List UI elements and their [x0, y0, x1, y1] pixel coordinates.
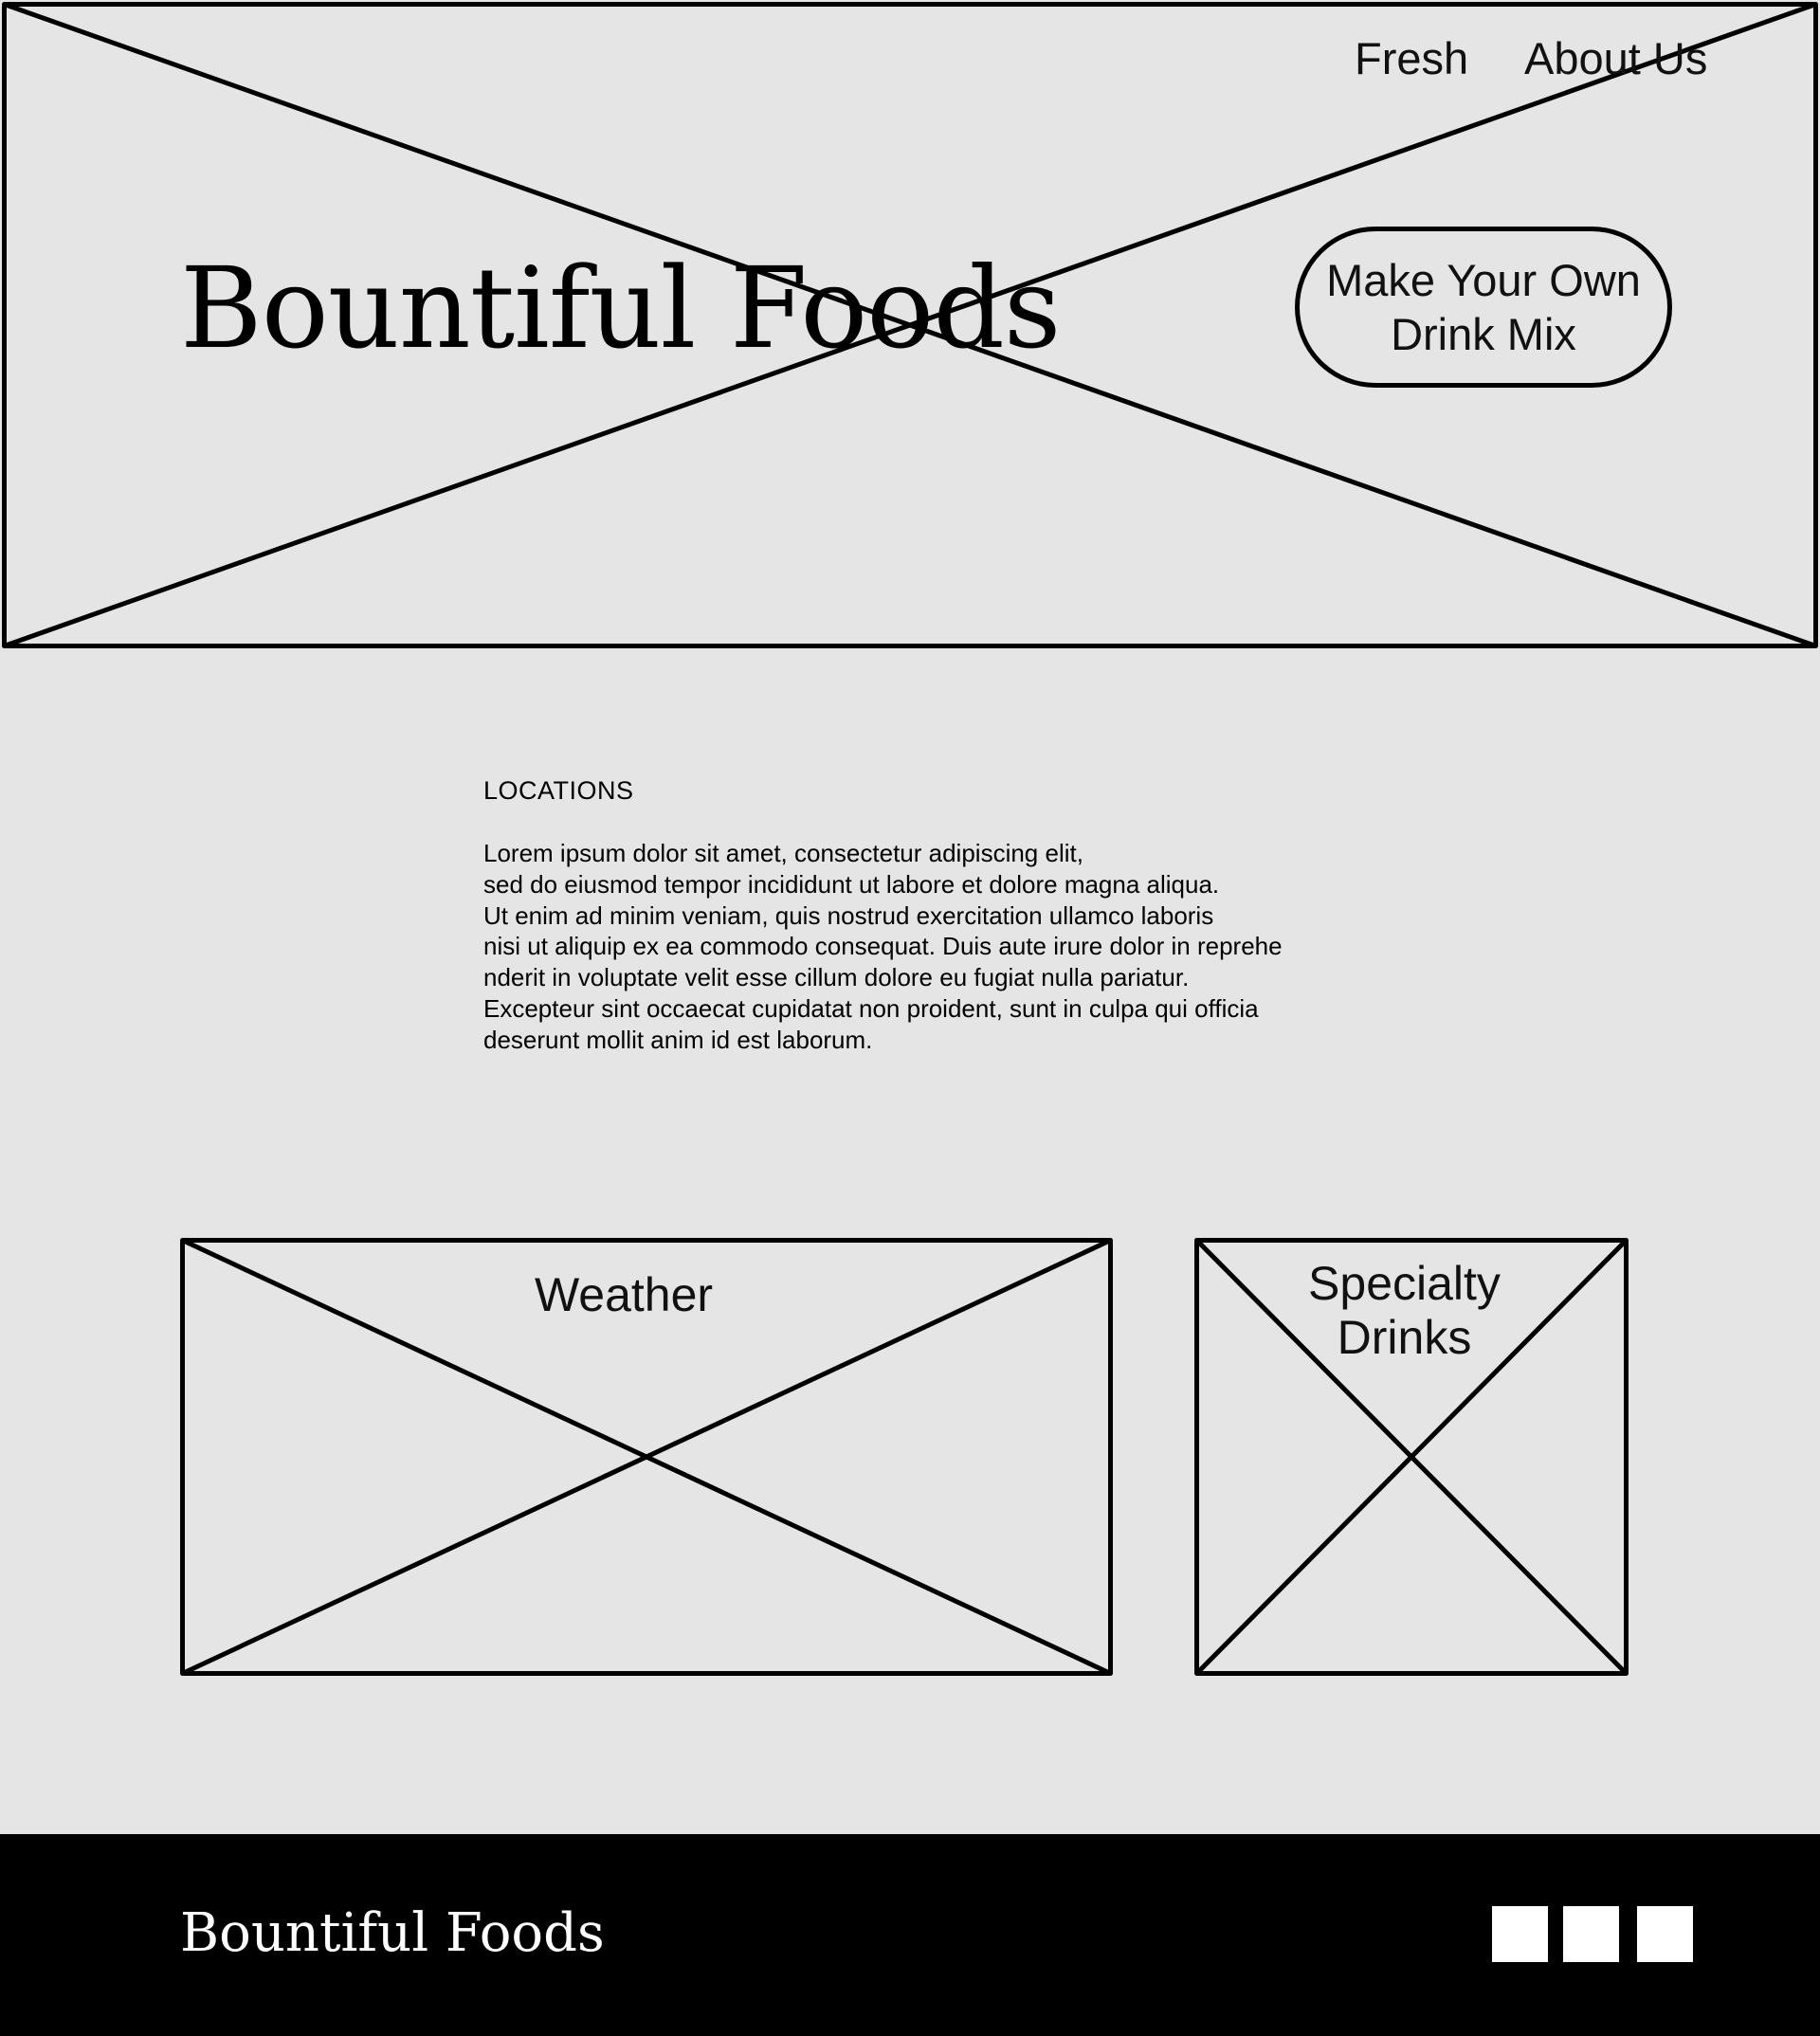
- hero-title: Bountiful Foods: [180, 243, 1061, 373]
- footer: Bountiful Foods: [0, 1834, 1820, 2036]
- cta-label-line-1: Make Your Own: [1326, 255, 1641, 305]
- footer-brand: Bountiful Foods: [180, 1902, 605, 1964]
- body-line: Excepteur sint occaecat cupidatat non pr…: [483, 993, 1259, 1023]
- body-line: nderit in voluptate velit esse cillum do…: [483, 963, 1190, 992]
- social-icon-2[interactable]: [1563, 1906, 1619, 1962]
- body-line: deserunt mollit anim id est laborum.: [483, 1025, 873, 1054]
- social-icon-1[interactable]: [1492, 1906, 1548, 1962]
- body-line: Lorem ipsum dolor sit amet, consectetur …: [483, 839, 1083, 867]
- nav-link-about-us[interactable]: About Us: [1524, 32, 1707, 85]
- make-your-own-drink-mix-button[interactable]: Make Your Own Drink Mix: [1295, 227, 1672, 388]
- specialty-drinks-label: Specialty Drinks: [1194, 1257, 1614, 1365]
- locations-body-text: Lorem ipsum dolor sit amet, consectetur …: [483, 838, 1283, 1056]
- specialty-drinks-label-line-1: Specialty: [1308, 1257, 1501, 1310]
- specialty-drinks-label-line-2: Drinks: [1337, 1311, 1472, 1364]
- cta-label-line-2: Drink Mix: [1391, 309, 1576, 359]
- social-icon-3[interactable]: [1637, 1906, 1693, 1962]
- locations-heading: LOCATIONS: [483, 776, 634, 805]
- body-line: nisi ut aliquip ex ea commodo consequat.…: [483, 932, 1283, 961]
- body-line: Ut enim ad minim veniam, quis nostrud ex…: [483, 900, 1214, 930]
- weather-label: Weather: [534, 1268, 714, 1321]
- body-line: sed do eiusmod tempor incididunt ut labo…: [483, 869, 1220, 899]
- nav-link-fresh[interactable]: Fresh: [1355, 32, 1468, 85]
